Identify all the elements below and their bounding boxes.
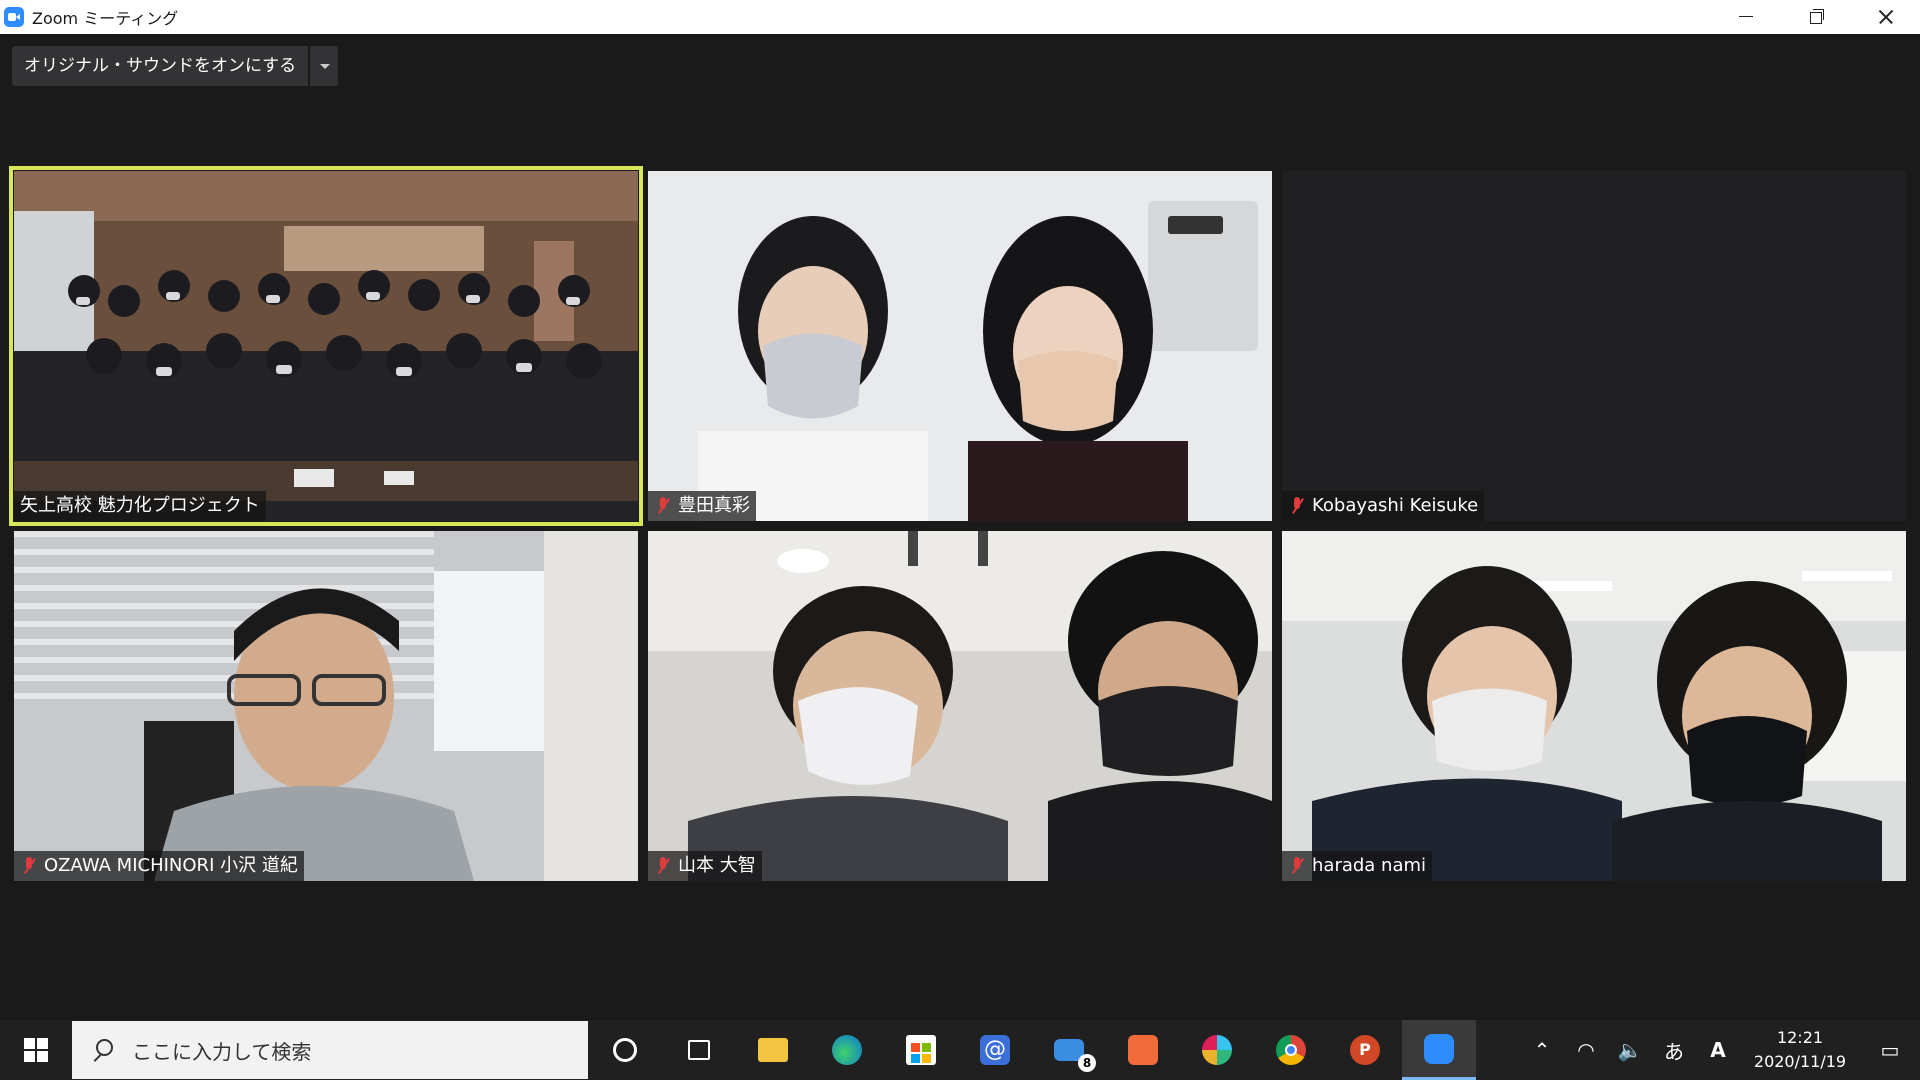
edge-icon (832, 1035, 862, 1065)
close-button[interactable] (1850, 0, 1920, 34)
store-bag-icon (906, 1035, 936, 1065)
at-mail-icon: @ (980, 1035, 1010, 1065)
video-feed-participant-6 (1282, 531, 1906, 881)
slack-button[interactable] (1180, 1020, 1254, 1080)
input-mode-a-icon[interactable]: A (1696, 1038, 1740, 1062)
muted-mic-icon (1288, 855, 1306, 877)
participant-name: 矢上高校 魅力化プロジェクト (20, 495, 260, 516)
windows-logo-icon (24, 1038, 35, 1049)
video-feed-participant-2 (648, 171, 1272, 521)
clock-date: 2020/11/19 (1753, 1052, 1847, 1071)
mail-unread-badge: 8 (1078, 1054, 1096, 1072)
participant-name-tag: OZAWA MICHINORI 小沢 道紀 (14, 851, 304, 881)
muted-mic-icon (1288, 495, 1306, 517)
task-view-button[interactable] (662, 1020, 736, 1080)
clock-time: 12:21 (1776, 1028, 1824, 1047)
title-bar: Zoom ミーティング (0, 0, 1920, 34)
window-title: Zoom ミーティング (32, 9, 179, 28)
participant-name-tag: 山本 大智 (648, 851, 762, 881)
participant-name: Kobayashi Keisuke (1312, 495, 1479, 516)
participant-name: harada nami (1312, 855, 1427, 876)
participant-name: 豊田真彩 (678, 495, 750, 516)
chrome-icon (1276, 1035, 1306, 1065)
restore-button[interactable] (1780, 0, 1850, 34)
minimize-button[interactable] (1710, 0, 1780, 34)
original-sound-dropdown[interactable] (310, 46, 339, 86)
powerpoint-button[interactable]: P (1328, 1020, 1402, 1080)
orange-app-button[interactable] (1106, 1020, 1180, 1080)
video-tile-6[interactable]: harada nami (1282, 531, 1906, 881)
notification-center-icon[interactable]: ▭ (1860, 1038, 1920, 1062)
edge-browser-button[interactable] (810, 1020, 884, 1080)
zoom-app-icon (4, 7, 24, 27)
video-tile-2[interactable]: 豊田真彩 (648, 171, 1272, 521)
video-tile-3[interactable]: Kobayashi Keisuke (1282, 171, 1906, 521)
original-sound-control: オリジナル・サウンドをオンにする (12, 46, 339, 86)
file-explorer-button[interactable] (736, 1020, 810, 1080)
slack-icon (1202, 1035, 1232, 1065)
video-tile-4[interactable]: OZAWA MICHINORI 小沢 道紀 (14, 531, 638, 881)
start-button[interactable] (0, 1020, 70, 1080)
participant-name-tag: harada nami (1282, 851, 1433, 881)
participant-name-tag: 豊田真彩 (648, 491, 756, 521)
video-tile-1[interactable]: 矢上高校 魅力化プロジェクト (9, 166, 643, 526)
muted-mic-icon (654, 495, 672, 517)
search-placeholder: ここに入力して検索 (132, 1039, 312, 1064)
zoom-taskbar-button[interactable] (1402, 1020, 1476, 1080)
search-icon (92, 1039, 114, 1061)
cortana-circle-icon (613, 1038, 637, 1062)
zoom-icon (1424, 1033, 1454, 1064)
original-sound-button[interactable]: オリジナル・サウンドをオンにする (12, 46, 309, 86)
taskbar-search-box[interactable]: ここに入力して検索 (72, 1021, 588, 1079)
participant-name: OZAWA MICHINORI 小沢 道紀 (44, 855, 298, 876)
window-controls (1710, 0, 1920, 34)
microsoft-store-button[interactable] (884, 1020, 958, 1080)
folder-icon (758, 1038, 788, 1062)
participant-name: 山本 大智 (678, 855, 756, 876)
ime-indicator[interactable]: あ (1652, 1036, 1696, 1065)
volume-speaker-icon[interactable]: 🔈 (1608, 1038, 1652, 1062)
system-tray: ⌃ ◠ 🔈 あ A 12:21 2020/11/19 ▭ (1520, 1020, 1920, 1080)
taskbar-clock[interactable]: 12:21 2020/11/19 (1740, 1026, 1860, 1074)
show-hidden-icons-chevron-icon[interactable]: ⌃ (1520, 1038, 1564, 1062)
network-wifi-icon[interactable]: ◠ (1564, 1038, 1608, 1062)
video-feed-participant-4 (14, 531, 638, 881)
mail-menu-app-button[interactable]: @ (958, 1020, 1032, 1080)
muted-mic-icon (20, 855, 38, 877)
windows-taskbar: ここに入力して検索 @ 8 P ⌃ ◠ 🔈 あ A 12:21 2020/11/… (0, 1020, 1920, 1080)
video-feed-participant-5 (648, 531, 1272, 881)
cortana-button[interactable] (588, 1020, 662, 1080)
mail-app-button[interactable]: 8 (1032, 1020, 1106, 1080)
task-view-icon (688, 1040, 710, 1060)
orange-app-icon (1128, 1035, 1158, 1065)
powerpoint-icon: P (1350, 1035, 1380, 1065)
muted-mic-icon (654, 855, 672, 877)
participant-name-tag: Kobayashi Keisuke (1282, 491, 1485, 521)
chrome-button[interactable] (1254, 1020, 1328, 1080)
participant-name-tag: 矢上高校 魅力化プロジェクト (14, 491, 266, 521)
video-feed-classroom (14, 171, 638, 521)
video-tile-5[interactable]: 山本 大智 (648, 531, 1272, 881)
